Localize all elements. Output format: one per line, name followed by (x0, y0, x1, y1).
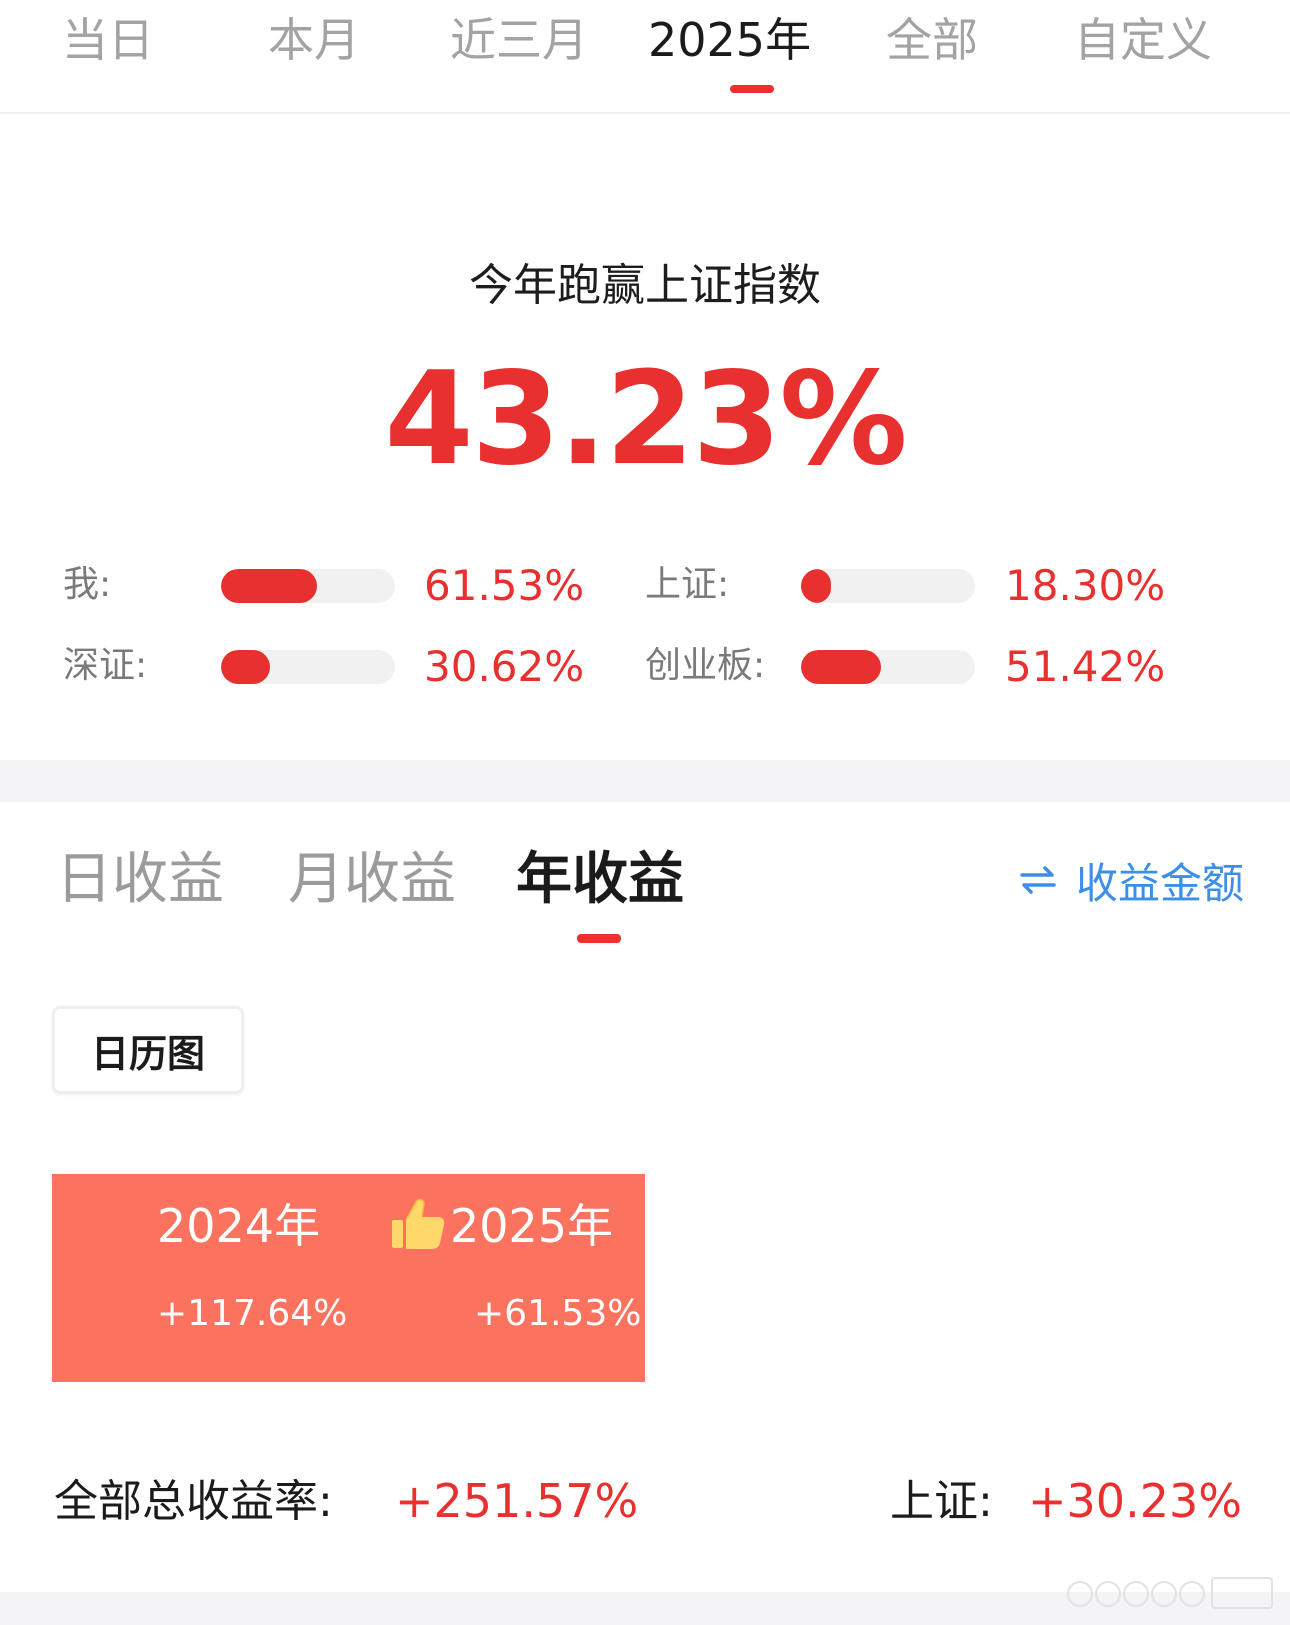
profit-amount-label: 收益金额 (1076, 858, 1245, 908)
tab-yearly-returns[interactable]: 年收益 (516, 848, 684, 912)
tab-monthly-returns[interactable]: 月收益 (288, 848, 456, 912)
year-cell-2024-return: +117.64% (157, 1293, 348, 1334)
tab-daily-returns[interactable]: 日收益 (56, 848, 224, 912)
total-return-label: 全部总收益率: (54, 1476, 333, 1527)
compare-bar-shenzhen (221, 650, 395, 684)
tab-last-three-months[interactable]: 近三月 (450, 12, 588, 68)
swap-arrows-icon (1020, 866, 1056, 894)
beat-index-title: 今年跑赢上证指数 (469, 260, 821, 311)
active-tab-indicator (730, 85, 774, 93)
compare-bar-shanghai (801, 569, 975, 603)
shanghai-index-value: +30.23% (1028, 1474, 1242, 1528)
profit-amount-toggle[interactable]: 收益金额 (1018, 855, 1244, 908)
compare-label-shenzhen: 深证: (63, 645, 148, 686)
compare-label-me: 我: (63, 564, 112, 605)
compare-bar-fill (801, 650, 881, 684)
compare-value-chinext: 51.42% (1005, 642, 1166, 691)
compare-bar-fill (221, 650, 270, 684)
tab-this-month[interactable]: 本月 (268, 12, 360, 68)
compare-value-shenzhen: 30.62% (424, 642, 585, 691)
yearly-returns-grid: 2024年 +117.64% 2025年 +61.53% (52, 1174, 645, 1382)
compare-bar-me (221, 569, 395, 603)
tab-today[interactable]: 当日 (62, 12, 154, 68)
tab-year-2025[interactable]: 2025年 (648, 12, 811, 68)
year-cell-2025-label: 2025年 (450, 1199, 614, 1253)
compare-label-shanghai: 上证: (645, 564, 730, 605)
tab-all[interactable]: 全部 (886, 12, 978, 68)
year-cell-2025-return: +61.53% (474, 1293, 642, 1334)
compare-value-me: 61.53% (424, 561, 585, 610)
thumbs-up-icon (392, 1198, 445, 1249)
compare-value-shanghai: 18.30% (1005, 561, 1166, 610)
watermark-decoration (1067, 1577, 1273, 1609)
compare-label-chinext: 创业板: (645, 645, 766, 686)
total-return-value: +251.57% (395, 1474, 639, 1528)
beat-index-value: 43.23% (384, 345, 907, 494)
section-divider (0, 760, 1290, 802)
shanghai-index-label: 上证: (890, 1476, 993, 1527)
compare-bar-fill (221, 569, 317, 603)
period-tab-bar: 当日 本月 近三月 2025年 全部 自定义 (0, 0, 1290, 114)
year-cell-2024-label: 2024年 (157, 1199, 321, 1253)
active-returns-tab-indicator (577, 934, 621, 943)
tab-custom[interactable]: 自定义 (1074, 12, 1212, 68)
compare-bar-fill (801, 569, 831, 603)
calendar-view-button[interactable]: 日历图 (52, 1006, 244, 1094)
compare-bar-chinext (801, 650, 975, 684)
